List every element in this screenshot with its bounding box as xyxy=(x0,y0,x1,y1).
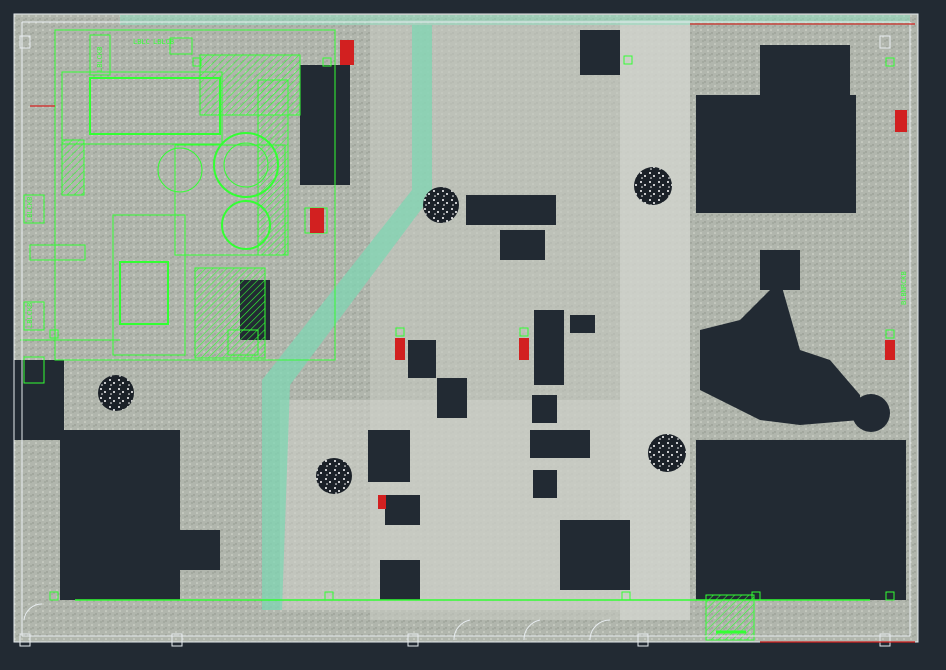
tag-top-box-1: LBLC xyxy=(133,38,150,46)
tag-left-wall-lower: LBLCKB xyxy=(26,303,34,328)
floorplan-canvas[interactable]: LBLCKB LBLCKB LBLC LBLCB BLBNRCKB LBLCKB xyxy=(0,0,946,670)
hatched-pad[interactable] xyxy=(705,594,755,641)
point-cloud-viewport[interactable]: LBLCKB LBLCKB LBLC LBLCB BLBNRCKB LBLCKB xyxy=(0,0,946,670)
tag-right-wall: BLBNRCKB xyxy=(900,271,908,305)
tag-left-wall-upper: LBLCKB xyxy=(26,197,34,222)
tag-left-panel: LBLCKB xyxy=(96,47,104,72)
tag-top-box-2: LBLCB xyxy=(153,38,174,46)
